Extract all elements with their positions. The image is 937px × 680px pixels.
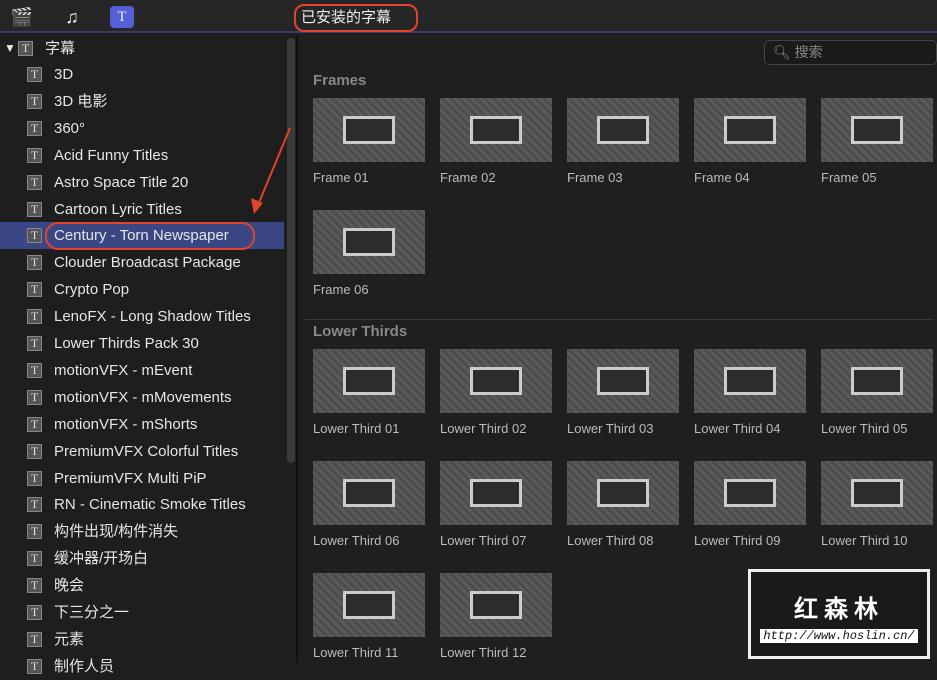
watermark-name: 红森林 [794,596,884,623]
watermark-url: http://www.hoslin.cn/ [760,629,918,643]
annotation-arrow [45,127,291,250]
watermark-logo: 红森林 http://www.hoslin.cn/ [748,569,930,659]
